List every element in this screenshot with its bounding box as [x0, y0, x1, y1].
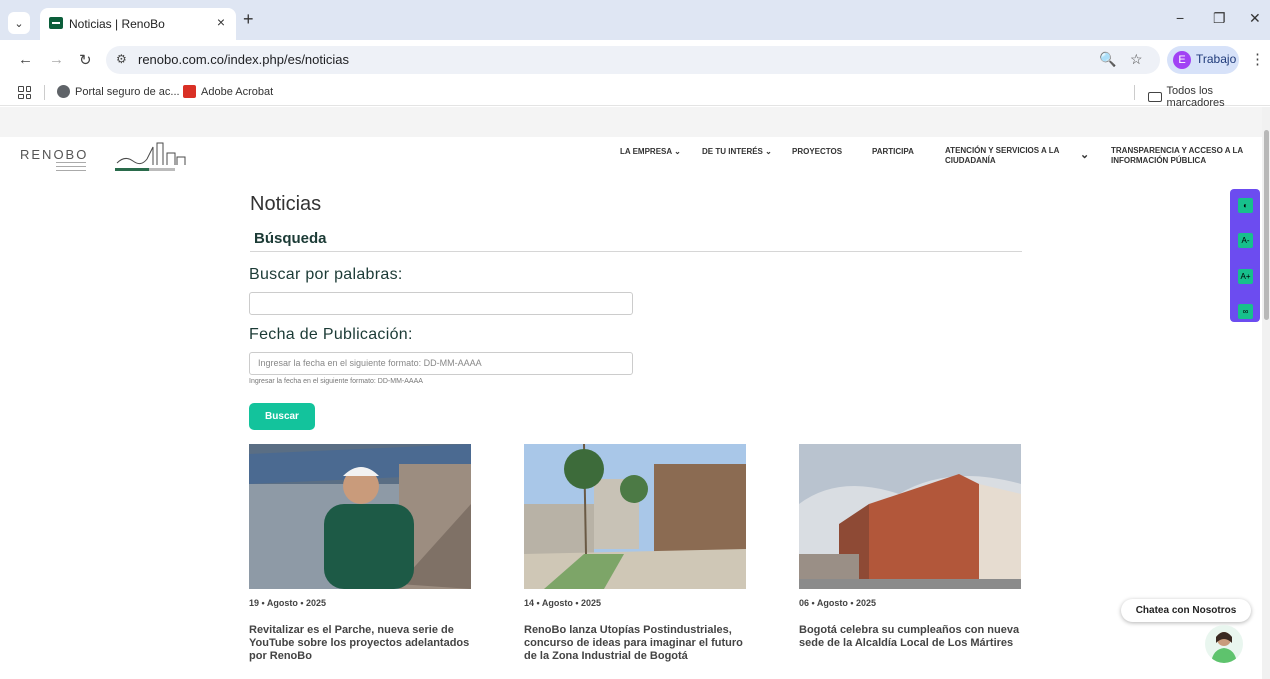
- address-bar[interactable]: ⚙ renobo.com.co/index.php/es/noticias 🔍 …: [106, 46, 1160, 74]
- site-settings-icon[interactable]: ⚙: [116, 52, 127, 66]
- date-hint: Ingresar la fecha en el siguiente format…: [249, 378, 423, 385]
- nav-label: TRANSPARENCIA Y ACCESO A LA INFORMACIÓN …: [1111, 146, 1243, 165]
- nav-transparencia[interactable]: TRANSPARENCIA Y ACCESO A LA INFORMACIÓN …: [1111, 146, 1251, 166]
- folder-icon: [1148, 92, 1162, 102]
- all-bookmarks[interactable]: Todos los marcadores: [1148, 85, 1270, 109]
- profile-button[interactable]: E Trabajo: [1167, 46, 1239, 74]
- news-date-2: 14 • Agosto • 2025: [524, 598, 601, 608]
- zoom-icon[interactable]: 🔍: [1099, 51, 1116, 68]
- tab-title: Noticias | RenoBo: [69, 17, 165, 31]
- reload-icon[interactable]: ↻: [79, 51, 92, 69]
- nav-proyectos[interactable]: PROYECTOS: [792, 147, 842, 157]
- nav-participa[interactable]: PARTICIPA: [872, 147, 914, 157]
- keyword-label: Buscar por palabras:: [249, 266, 403, 283]
- bookmarks-bar: Portal seguro de ac... Adobe Acrobat Tod…: [0, 80, 1270, 109]
- minimize-icon[interactable]: −: [1176, 10, 1184, 26]
- date-label: Fecha de Publicación:: [249, 326, 413, 343]
- date-input[interactable]: Ingresar la fecha en el siguiente format…: [249, 352, 633, 375]
- avatar: E: [1173, 51, 1191, 69]
- page-title: Noticias: [250, 193, 322, 215]
- nav-label: ATENCIÓN Y SERVICIOS A LA CIUDADANÍA: [945, 146, 1060, 165]
- divider: [250, 251, 1022, 252]
- logo-tagline: [56, 162, 86, 176]
- nav-atencion[interactable]: ATENCIÓN Y SERVICIOS A LA CIUDADANÍA: [945, 146, 1063, 166]
- chat-avatar-icon[interactable]: [1205, 625, 1243, 663]
- increase-font-button[interactable]: A+: [1238, 269, 1253, 284]
- news-image-3[interactable]: [799, 444, 1021, 589]
- news-image-2[interactable]: [524, 444, 746, 589]
- all-bookmarks-label: Todos los marcadores: [1166, 85, 1225, 109]
- new-tab-plus-icon[interactable]: +: [243, 9, 254, 30]
- tab-close-icon[interactable]: ×: [217, 14, 225, 30]
- revitalizacion-logo[interactable]: [115, 139, 187, 175]
- bookmark-acrobat[interactable]: Adobe Acrobat: [183, 85, 273, 98]
- accessibility-toolbar: ◐ A- A+ ∞: [1230, 189, 1260, 322]
- contrast-icon[interactable]: ◐: [1238, 198, 1253, 213]
- close-window-icon[interactable]: ✕: [1249, 10, 1261, 27]
- tab-search-chevron-icon[interactable]: ⌄: [8, 12, 30, 34]
- top-band: [0, 107, 1262, 137]
- chevron-down-icon: ⌄: [674, 147, 681, 156]
- nav-label: PROYECTOS: [792, 147, 843, 156]
- forward-arrow-icon[interactable]: →: [49, 51, 64, 68]
- back-arrow-icon[interactable]: ←: [18, 51, 33, 68]
- globe-icon: [57, 85, 70, 98]
- scrollbar-thumb[interactable]: [1264, 130, 1269, 320]
- news-title-3[interactable]: Bogotá celebra su cumpleaños con nueva s…: [799, 624, 1029, 650]
- tab-strip: ⌄ Noticias | RenoBo × + − ❐ ✕: [0, 0, 1270, 40]
- renobo-logo[interactable]: RENOBO: [20, 147, 88, 162]
- bookmark-star-icon[interactable]: ☆: [1130, 51, 1143, 68]
- nav-la-empresa[interactable]: LA EMPRESA ⌄: [620, 147, 681, 157]
- news-title-1[interactable]: Revitalizar es el Parche, nueva serie de…: [249, 624, 479, 663]
- decrease-font-button[interactable]: A-: [1238, 233, 1253, 248]
- news-title-2[interactable]: RenoBo lanza Utopías Postindustriales, c…: [524, 624, 754, 663]
- binoculars-icon[interactable]: ∞: [1238, 304, 1253, 319]
- bookmark-label: Adobe Acrobat: [201, 85, 274, 98]
- active-tab[interactable]: Noticias | RenoBo ×: [40, 8, 236, 40]
- search-heading: Búsqueda: [254, 230, 327, 247]
- apps-grid-icon[interactable]: [18, 86, 31, 99]
- bookmark-portal[interactable]: Portal seguro de ac...: [57, 85, 180, 98]
- url-text[interactable]: renobo.com.co/index.php/es/noticias: [138, 52, 349, 67]
- nav-de-tu-interes[interactable]: DE TU INTERÉS ⌄: [702, 147, 772, 157]
- browser-toolbar: ← → ↻ ⚙ renobo.com.co/index.php/es/notic…: [0, 40, 1270, 80]
- browser-menu-icon[interactable]: ⋮: [1250, 50, 1265, 68]
- news-date-3: 06 • Agosto • 2025: [799, 598, 876, 608]
- nav-label: LA EMPRESA: [620, 147, 672, 156]
- site-favicon-icon: [49, 17, 63, 29]
- profile-label: Trabajo: [1196, 52, 1237, 66]
- news-date-1: 19 • Agosto • 2025: [249, 598, 326, 608]
- search-button[interactable]: Buscar: [249, 403, 315, 430]
- nav-label: DE TU INTERÉS: [702, 147, 763, 156]
- chevron-down-icon[interactable]: ⌄: [1080, 150, 1089, 161]
- news-image-1[interactable]: [249, 444, 471, 589]
- chevron-down-icon: ⌄: [765, 147, 772, 156]
- bookmark-label: Portal seguro de ac...: [75, 85, 180, 98]
- acrobat-icon: [183, 85, 196, 98]
- nav-label: PARTICIPA: [872, 147, 914, 156]
- keyword-input[interactable]: [249, 292, 633, 315]
- maximize-icon[interactable]: ❐: [1213, 10, 1226, 27]
- chat-label[interactable]: Chatea con Nosotros: [1121, 599, 1251, 622]
